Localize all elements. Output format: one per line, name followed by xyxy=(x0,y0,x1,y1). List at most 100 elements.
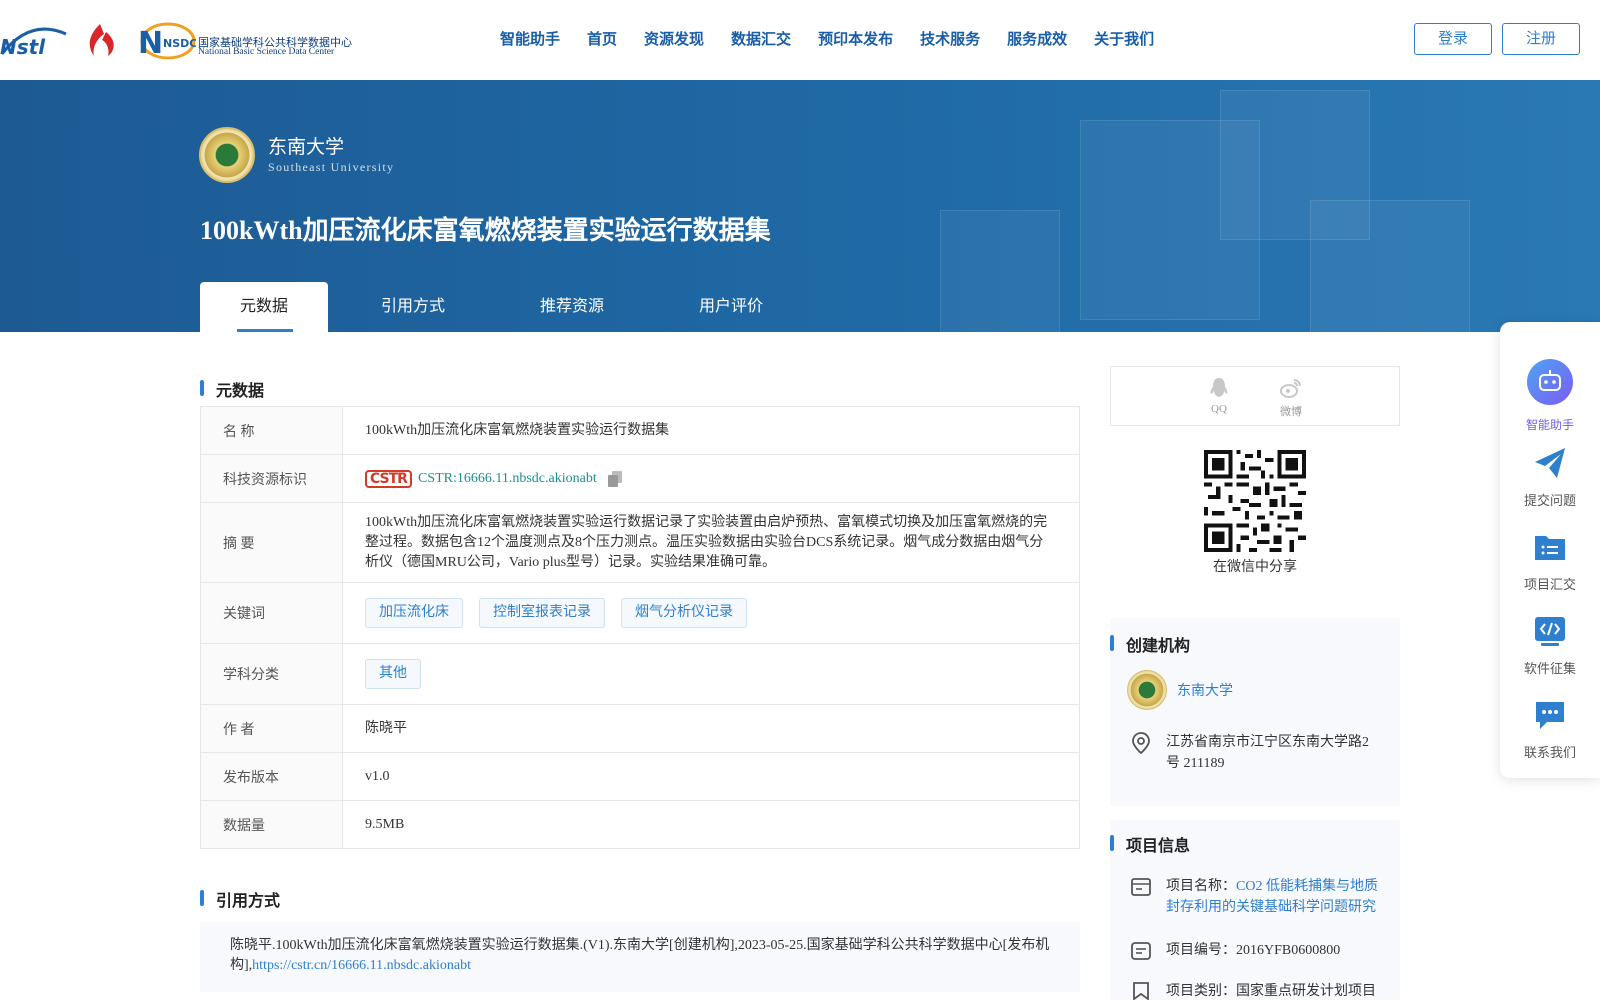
float-project-submit-label: 项目汇交 xyxy=(1523,577,1576,592)
citation-box: 陈晓平.100kWth加压流化床富氧燃烧装置实验运行数据集.(V1).东南大学[… xyxy=(200,922,1080,992)
table-row: 数据量 9.5MB xyxy=(201,801,1079,848)
float-submit-question-label: 提交问题 xyxy=(1523,493,1576,508)
robot-assistant-icon xyxy=(1527,359,1573,405)
author-value: 陈晓平 xyxy=(365,720,407,736)
nav-about[interactable]: 关于我们 xyxy=(1094,28,1154,49)
subject-cell: 其他 xyxy=(343,644,1079,704)
nsdc-mark-icon: N NSDC xyxy=(138,22,197,61)
table-row: 关键词 加压流化床 控制室报表记录 烟气分析仪记录 xyxy=(201,583,1079,644)
nav-discovery[interactable]: 资源发现 xyxy=(644,28,704,49)
share-qq-button[interactable]: QQ xyxy=(1199,376,1239,415)
row-label: 科技资源标识 xyxy=(201,455,343,502)
dataset-name-value: 100kWth加压流化床富氧燃烧装置实验运行数据集 xyxy=(365,422,670,438)
float-assistant-button[interactable]: 智能助手 xyxy=(1500,358,1600,433)
float-assistant-label: 智能助手 xyxy=(1525,418,1574,432)
keyword-tag[interactable]: 加压流化床 xyxy=(365,598,463,628)
table-row: 学科分类 其他 xyxy=(201,644,1079,705)
login-button[interactable]: 登录 xyxy=(1414,23,1492,55)
row-label: 名 称 xyxy=(201,407,343,454)
project-category-icon xyxy=(1133,982,1149,1000)
org-seal-logo xyxy=(1127,670,1167,710)
copy-icon[interactable] xyxy=(607,470,623,488)
table-row: 名 称 100kWth加压流化床富氧燃烧装置实验运行数据集 xyxy=(201,407,1079,455)
citation-url-link[interactable]: https://cstr.cn/16666.11.nbsdc.akionabt xyxy=(252,958,471,973)
row-label: 作 者 xyxy=(201,705,343,752)
nsdc-mark-text: NSDC xyxy=(163,37,196,50)
nav-preprint[interactable]: 预印本发布 xyxy=(818,28,893,49)
row-label: 发布版本 xyxy=(201,753,343,800)
float-software-call-button[interactable]: 软件征集 xyxy=(1500,614,1600,677)
share-qq-label: QQ xyxy=(1211,403,1227,415)
float-contact-label: 联系我们 xyxy=(1523,745,1576,760)
section-title-metadata: 元数据 xyxy=(200,377,264,401)
university-name-en: Southeast University xyxy=(268,160,395,174)
metadata-table: 名 称 100kWth加压流化床富氧燃烧装置实验运行数据集 科技资源标识 CST… xyxy=(200,406,1080,849)
section-title-project: 项目信息 xyxy=(1110,832,1190,856)
paper-plane-icon xyxy=(1535,448,1565,478)
svg-text:N: N xyxy=(138,26,163,60)
weibo-icon xyxy=(1280,379,1301,398)
nstl-logo-text: Nstl xyxy=(0,35,46,58)
red-emblem-logo[interactable] xyxy=(82,22,120,58)
university-seal-logo xyxy=(199,127,255,183)
code-icon xyxy=(1535,617,1565,646)
nav-tech-service[interactable]: 技术服务 xyxy=(920,28,980,49)
nav-effect[interactable]: 服务成效 xyxy=(1007,28,1067,49)
tab-reviews[interactable]: 用户评价 xyxy=(646,282,816,332)
nsdc-name-en: National Basic Science Data Center xyxy=(198,47,335,57)
project-number: 项目编号：2016YFB0600800 xyxy=(1166,943,1341,958)
register-button[interactable]: 注册 xyxy=(1502,23,1580,55)
org-address: 江苏省南京市江宁区东南大学路2号 211189 xyxy=(1166,735,1369,771)
table-row: 摘 要 100kWth加压流化床富氧燃烧装置实验运行数据记录了实验装置由启炉预热… xyxy=(201,503,1079,583)
main-nav: 智能助手 首页 资源发现 数据汇交 预印本发布 技术服务 服务成效 关于我们 xyxy=(500,28,1181,49)
wechat-share-caption: 在微信中分享 xyxy=(1213,560,1297,575)
folder-list-icon xyxy=(1535,536,1565,560)
project-name-row: 项目名称：CO2 低能耗捕集与地质封存利用的关键基础科学问题研究 xyxy=(1166,876,1386,918)
org-name-link[interactable]: 东南大学 xyxy=(1177,680,1233,700)
row-label: 学科分类 xyxy=(201,644,343,704)
nstl-logo[interactable]: Nstl xyxy=(0,24,68,58)
float-software-call-label: 软件征集 xyxy=(1523,661,1576,676)
size-value: 9.5MB xyxy=(365,816,405,832)
row-label: 摘 要 xyxy=(201,503,343,582)
nav-home[interactable]: 首页 xyxy=(587,28,617,49)
cstr-logo: CSTR xyxy=(365,469,412,488)
float-project-submit-button[interactable]: 项目汇交 xyxy=(1500,530,1600,593)
keyword-tag[interactable]: 控制室报表记录 xyxy=(479,598,605,628)
keywords-cell: 加压流化床 控制室报表记录 烟气分析仪记录 xyxy=(343,583,1079,643)
university-name-cn[interactable]: 东南大学 xyxy=(268,132,344,159)
table-row: 科技资源标识 CSTR CSTR:16666.11.nbsdc.akionabt xyxy=(201,455,1079,503)
wechat-qr-code xyxy=(1204,450,1306,552)
qq-icon xyxy=(1210,378,1228,397)
table-row: 作 者 陈晓平 xyxy=(201,705,1079,753)
float-submit-question-button[interactable]: 提交问题 xyxy=(1500,446,1600,509)
tab-citation[interactable]: 引用方式 xyxy=(328,282,498,332)
project-category: 项目类别：国家重点研发计划项目 xyxy=(1166,984,1376,999)
row-label: 数据量 xyxy=(201,801,343,848)
floating-toolbar: 智能助手 提交问题 项目汇交 软件征集 联系我们 xyxy=(1500,322,1600,778)
row-label: 关键词 xyxy=(201,583,343,643)
cstr-link[interactable]: CSTR:16666.11.nbsdc.akionabt xyxy=(418,469,597,489)
keyword-tag[interactable]: 烟气分析仪记录 xyxy=(621,598,747,628)
section-title-citation: 引用方式 xyxy=(200,887,280,911)
banner-decor xyxy=(1310,200,1470,332)
banner-decor xyxy=(940,210,1060,332)
nav-data-submit[interactable]: 数据汇交 xyxy=(731,28,791,49)
table-row: 发布版本 v1.0 xyxy=(201,753,1079,801)
share-weibo-button[interactable]: 微博 xyxy=(1271,376,1311,419)
cstr-cell: CSTR CSTR:16666.11.nbsdc.akionabt xyxy=(343,455,1079,502)
nsdc-logo[interactable]: N NSDC 国家基础学科公共科学数据中心 National Basic Sci… xyxy=(134,20,352,61)
abstract-value: 100kWth加压流化床富氧燃烧装置实验运行数据记录了实验装置由启炉预热、富氧模… xyxy=(365,514,1048,570)
nav-assistant[interactable]: 智能助手 xyxy=(500,28,560,49)
subject-tag[interactable]: 其他 xyxy=(365,659,421,689)
share-bar: QQ 微博 xyxy=(1110,366,1400,426)
float-contact-button[interactable]: 联系我们 xyxy=(1500,698,1600,761)
top-header: Nstl N NSDC 国家基础学科公共科学数据中心 National Basi… xyxy=(0,0,1600,80)
tab-recommend[interactable]: 推荐资源 xyxy=(498,282,646,332)
section-title-org: 创建机构 xyxy=(1110,632,1190,656)
project-number-icon xyxy=(1131,942,1151,960)
version-value: v1.0 xyxy=(365,768,390,784)
location-pin-icon xyxy=(1132,732,1150,754)
tab-metadata[interactable]: 元数据 xyxy=(200,282,328,332)
chat-bubble-icon xyxy=(1536,702,1564,729)
